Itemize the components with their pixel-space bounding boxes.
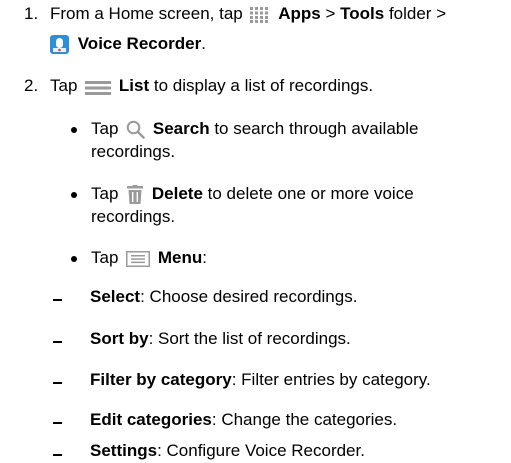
menu-item-desc: : Filter entries by category. (231, 370, 431, 389)
dash-marker (53, 341, 62, 343)
tools-label: Tools (340, 4, 385, 23)
apps-label: Apps (278, 4, 321, 23)
menu-item-label: Sort by (90, 329, 149, 348)
menu-item-desc: : Change the categories. (211, 410, 398, 429)
menu-item-desc: : Choose desired recordings. (140, 287, 358, 306)
menu-item-label: Settings (90, 441, 158, 460)
voice-recorder-label: Voice Recorder (77, 34, 202, 53)
dash-marker (53, 422, 62, 424)
search-icon (126, 120, 145, 139)
menu-item-desc: : Sort the list of recordings. (148, 329, 351, 348)
dash-marker (53, 299, 62, 301)
menu-label: Menu (157, 248, 203, 267)
dash-marker (53, 382, 62, 384)
bullet-dot (71, 127, 77, 133)
trash-icon (127, 185, 144, 205)
menu-icon (126, 250, 151, 267)
dash-marker (53, 454, 62, 456)
list-label: List (118, 76, 150, 95)
delete-label: Delete (151, 184, 203, 203)
bullet-dot (71, 256, 77, 262)
apps-grid-icon (250, 6, 270, 23)
step-text: From a Home screen, tap (50, 4, 243, 23)
menu-item-label: Filter by category (90, 370, 232, 389)
menu-item-desc: : Configure Voice Recorder. (157, 441, 365, 460)
menu-item-label: Edit categories (90, 410, 212, 429)
list-icon (85, 80, 112, 95)
search-label: Search (152, 119, 210, 138)
menu-item-label: Select (90, 287, 141, 306)
bullet-dot (71, 192, 77, 198)
step-number: 2. (24, 76, 39, 95)
step-number: 1. (24, 4, 39, 23)
voice-recorder-app-icon (50, 35, 69, 55)
